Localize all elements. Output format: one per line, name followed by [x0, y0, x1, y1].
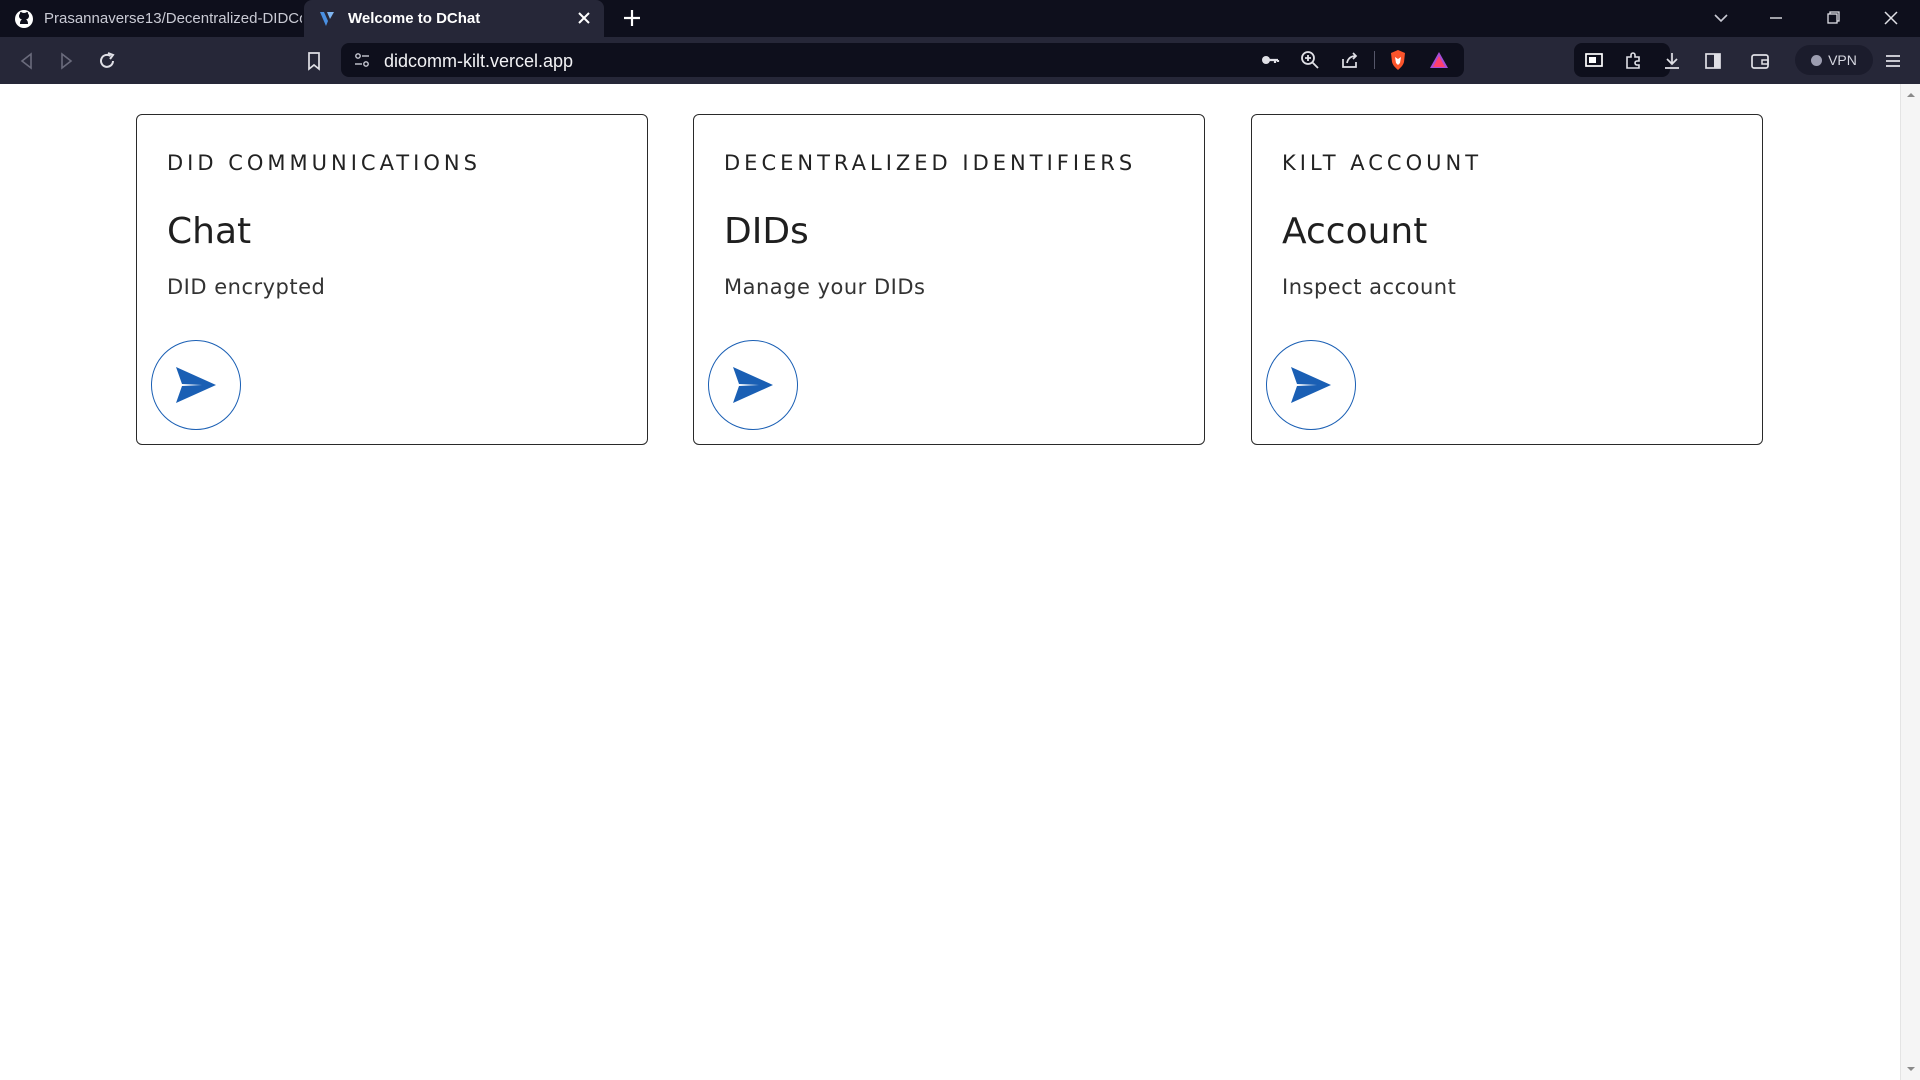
tab-title: Prasannaverse13/Decentralized-DIDComm	[44, 10, 302, 27]
urlbar-divider	[1374, 51, 1375, 69]
tab-list-chevron-icon[interactable]	[1707, 6, 1735, 30]
scroll-up-icon[interactable]	[1906, 90, 1916, 100]
card-title: DIDs	[724, 211, 809, 252]
hamburger-menu-icon[interactable]	[1881, 49, 1905, 73]
card-account: KILT account Account Inspect account	[1251, 114, 1763, 445]
open-dids-button[interactable]	[708, 340, 798, 430]
picture-in-picture-icon[interactable]	[1582, 48, 1606, 72]
tab-title: Welcome to DChat	[348, 10, 481, 27]
share-icon[interactable]	[1338, 48, 1362, 72]
card-title: Chat	[167, 211, 252, 252]
send-icon	[1291, 367, 1331, 403]
close-window-icon[interactable]	[1877, 6, 1905, 30]
reload-icon[interactable]	[95, 49, 119, 73]
back-icon[interactable]	[15, 49, 39, 73]
forward-icon[interactable]	[54, 49, 78, 73]
new-tab-plus-icon[interactable]	[620, 6, 644, 30]
browser-tab-bar: Prasannaverse13/Decentralized-DIDComm We…	[0, 0, 1920, 37]
zoom-icon[interactable]	[1298, 48, 1322, 72]
minimize-icon[interactable]	[1762, 6, 1790, 30]
key-icon[interactable]	[1258, 48, 1282, 72]
vercel-v-icon	[320, 11, 334, 26]
send-icon	[733, 367, 773, 403]
vpn-status-dot	[1811, 54, 1823, 66]
site-settings-icon[interactable]	[353, 51, 371, 69]
card-dids: Decentralized Identifiers DIDs Manage yo…	[693, 114, 1205, 445]
tab-github[interactable]: Prasannaverse13/Decentralized-DIDComm	[0, 0, 302, 37]
card-overline: Decentralized Identifiers	[724, 151, 1137, 175]
extensions-group	[1574, 43, 1670, 77]
send-icon	[176, 367, 216, 403]
card-overline: KILT account	[1282, 151, 1483, 175]
extensions-puzzle-icon[interactable]	[1622, 48, 1646, 72]
card-chat: DID communications Chat DID encrypted	[136, 114, 648, 445]
github-icon	[15, 9, 33, 28]
card-subtitle: DID encrypted	[167, 275, 326, 299]
restore-icon[interactable]	[1819, 6, 1847, 30]
close-tab-icon[interactable]	[574, 8, 594, 28]
vertical-scrollbar[interactable]	[1900, 84, 1920, 1080]
url-text[interactable]: didcomm-kilt.vercel.app	[384, 51, 573, 72]
wallet-icon[interactable]	[1748, 49, 1772, 73]
scroll-down-icon[interactable]	[1906, 1064, 1916, 1074]
sidebar-icon[interactable]	[1701, 49, 1725, 73]
brave-shields-icon[interactable]	[1386, 48, 1410, 72]
vpn-button[interactable]: VPN	[1795, 45, 1873, 75]
bookmark-icon[interactable]	[302, 49, 326, 73]
card-subtitle: Inspect account	[1282, 275, 1457, 299]
card-title: Account	[1282, 211, 1428, 252]
tab-welcome-dchat[interactable]: Welcome to DChat	[304, 0, 604, 37]
vpn-label: VPN	[1828, 52, 1857, 68]
card-overline: DID communications	[167, 151, 481, 175]
page-viewport: DID communications Chat DID encrypted De…	[0, 84, 1900, 1080]
address-bar[interactable]: didcomm-kilt.vercel.app	[341, 43, 1464, 77]
card-subtitle: Manage your DIDs	[724, 275, 926, 299]
browser-toolbar: didcomm-kilt.vercel.app VPN	[0, 37, 1920, 84]
open-chat-button[interactable]	[151, 340, 241, 430]
brave-rewards-icon[interactable]	[1427, 48, 1451, 72]
download-icon[interactable]	[1660, 49, 1684, 73]
open-account-button[interactable]	[1266, 340, 1356, 430]
